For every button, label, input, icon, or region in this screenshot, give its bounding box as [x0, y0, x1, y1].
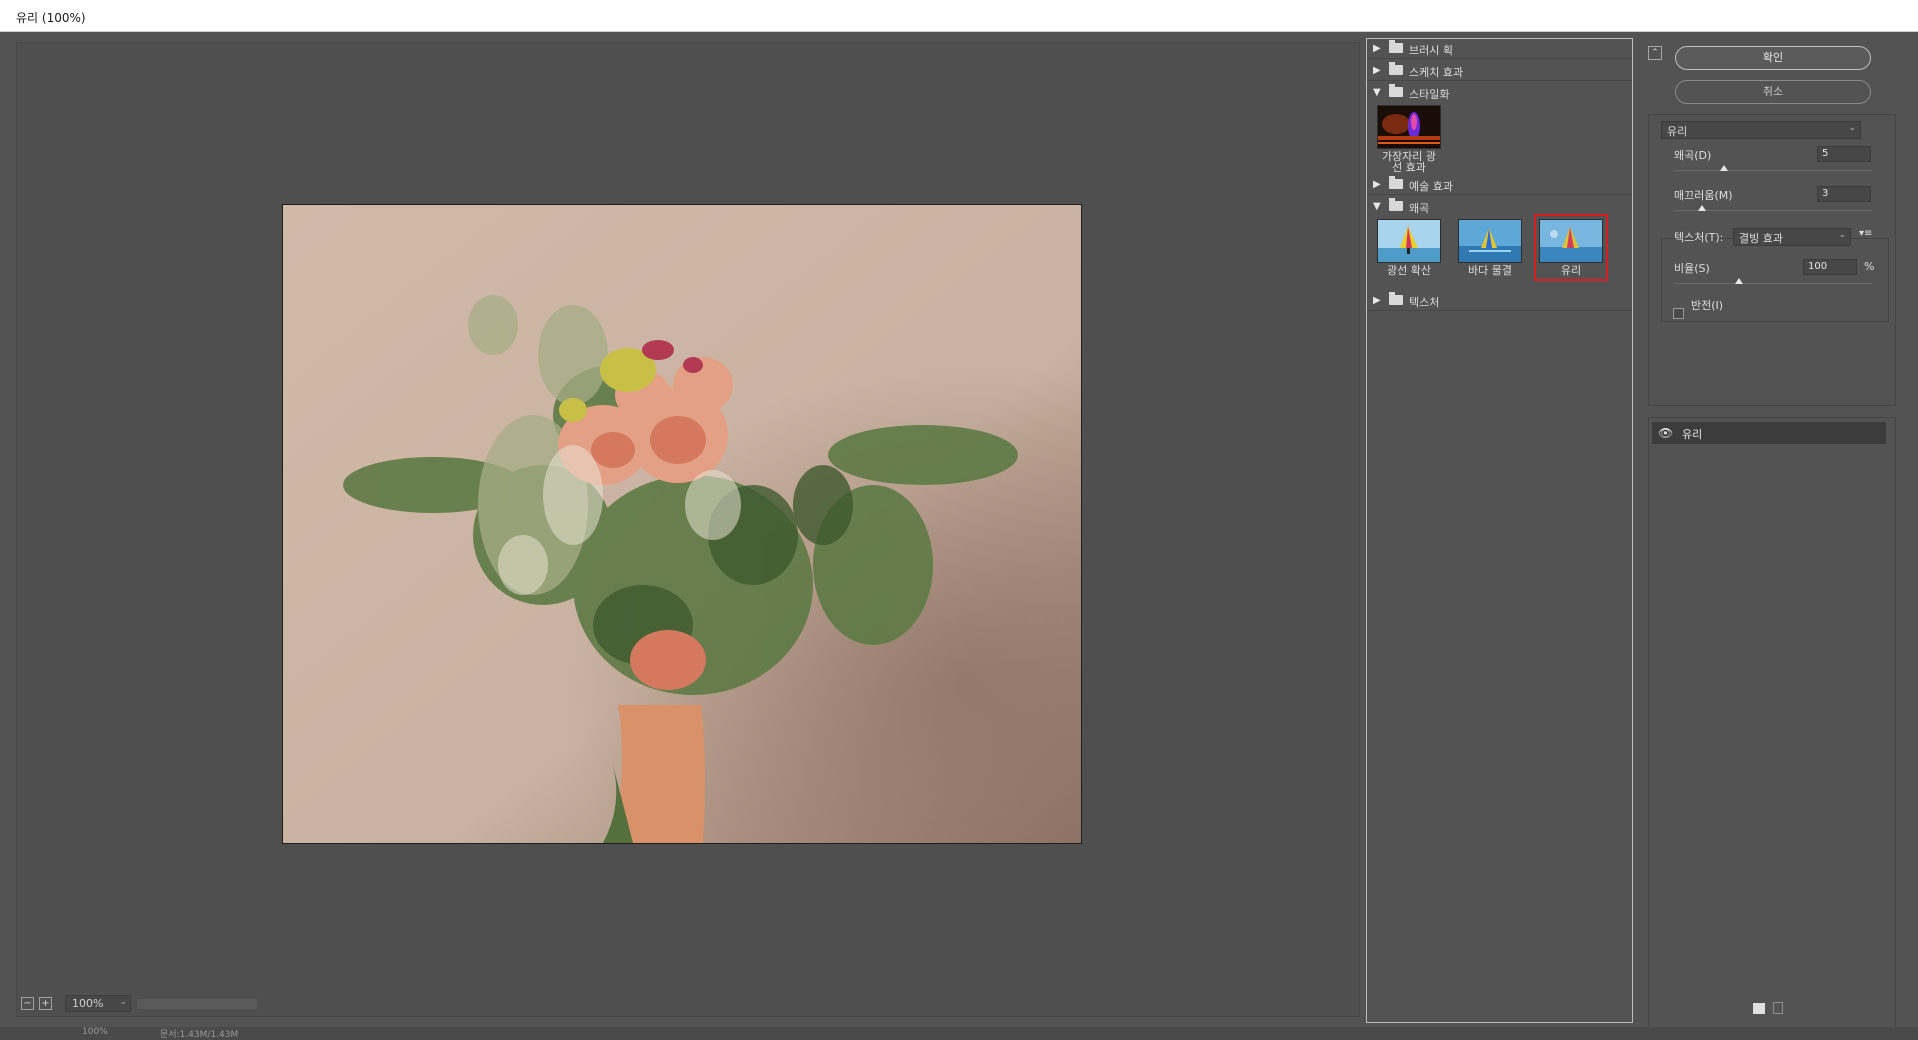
- thumbnail-image: [1377, 219, 1441, 263]
- zoom-bar: − + 100% ⌄: [17, 990, 1359, 1016]
- folder-label: 예술 효과: [1409, 180, 1453, 193]
- thumbnail-image: [1377, 105, 1441, 149]
- status-doc-size: 문서:1.43M/1.43M: [160, 1030, 239, 1040]
- chevron-down-icon: ⌄: [1848, 123, 1856, 133]
- filter-settings: 유리 ⌄ 왜곡(D) 5 매끄러움(M) 3 텍스처(T): 결빙 효과 ⌄ ▾…: [1648, 114, 1896, 406]
- expand-arrow-icon[interactable]: ▶: [1373, 43, 1381, 54]
- folder-sketch[interactable]: ▶ 스케치 효과: [1367, 61, 1632, 81]
- thumbnail-image: [1539, 219, 1603, 263]
- distortion-label: 왜곡(D): [1674, 149, 1712, 162]
- folder-label: 스타일화: [1409, 88, 1450, 101]
- status-zoom: 100%: [82, 1027, 108, 1037]
- folder-brush-strokes[interactable]: ▶ 브러시 획: [1367, 39, 1632, 59]
- folder-open-icon: [1389, 198, 1403, 211]
- invert-checkbox[interactable]: [1673, 308, 1684, 319]
- filter-gallery-list: ▶ 브러시 획 ▶ 스케치 효과 ▼ 스타일화 가장자리 광선 효과 ▶ 예술 …: [1366, 38, 1633, 1023]
- folder-artistic[interactable]: ▶ 예술 효과: [1367, 175, 1632, 195]
- preview-area[interactable]: − + 100% ⌄: [16, 42, 1360, 1017]
- thumbnail-image: [1458, 219, 1522, 263]
- scaling-slider[interactable]: [1674, 278, 1872, 284]
- expand-arrow-icon[interactable]: ▶: [1373, 179, 1381, 190]
- effect-layers-panel: 👁 유리: [1648, 417, 1896, 1037]
- chevron-down-icon: ⌄: [1838, 230, 1846, 240]
- slider-knob[interactable]: [1697, 205, 1706, 211]
- zoom-out-button[interactable]: −: [21, 997, 34, 1010]
- collapse-arrow-icon[interactable]: ▼: [1373, 201, 1381, 212]
- new-effect-layer-icon[interactable]: [1753, 1003, 1765, 1014]
- trash-icon[interactable]: [1773, 1002, 1783, 1014]
- zoom-level-select[interactable]: 100% ⌄: [65, 995, 131, 1012]
- filter-thumb-diffuse-glow[interactable]: 광선 확산: [1377, 219, 1441, 276]
- smoothness-input[interactable]: 3: [1817, 186, 1871, 202]
- slider-knob[interactable]: [1735, 278, 1744, 284]
- thumbnail-caption: 광선 확산: [1387, 264, 1431, 277]
- scaling-input[interactable]: 100: [1803, 259, 1857, 275]
- effect-layer-row[interactable]: 👁 유리: [1652, 422, 1886, 444]
- filter-settings-panel: ⌃ 확인 취소 유리 ⌄ 왜곡(D) 5 매끄러움(M) 3 텍스처(T): 결…: [1648, 32, 1908, 1040]
- scaling-label: 비율(S): [1674, 262, 1710, 275]
- folder-distort[interactable]: ▼ 왜곡: [1367, 197, 1632, 217]
- folder-label: 브러시 획: [1409, 44, 1453, 57]
- filter-select-value: 유리: [1667, 125, 1688, 138]
- collapse-gallery-icon[interactable]: ⌃: [1648, 46, 1662, 60]
- cancel-button[interactable]: 취소: [1675, 80, 1871, 104]
- filter-thumb-ocean-ripple[interactable]: 바다 물결: [1458, 219, 1522, 276]
- zoom-level-value: 100%: [72, 997, 104, 1010]
- distortion-slider[interactable]: [1674, 165, 1872, 171]
- expand-arrow-icon[interactable]: ▶: [1373, 295, 1381, 306]
- texture-select-value: 결빙 효과: [1739, 232, 1783, 245]
- thumbnail-caption: 바다 물결: [1468, 264, 1512, 277]
- expand-arrow-icon[interactable]: ▶: [1373, 65, 1381, 76]
- texture-select[interactable]: 결빙 효과 ⌄: [1733, 228, 1851, 246]
- thumbnail-caption: 유리: [1560, 264, 1582, 277]
- smoothness-label: 매끄러움(M): [1674, 189, 1733, 202]
- folder-texture[interactable]: ▶ 텍스처: [1367, 291, 1632, 311]
- texture-label: 텍스처(T):: [1674, 231, 1724, 244]
- texture-menu-icon[interactable]: ▾≡: [1859, 228, 1872, 239]
- invert-label: 반전(I): [1691, 299, 1724, 312]
- dialog-titlebar: 유리 (100%): [0, 0, 1918, 32]
- effect-layer-name: 유리: [1682, 428, 1703, 441]
- folder-stylize[interactable]: ▼ 스타일화: [1367, 83, 1632, 103]
- zoom-in-button[interactable]: +: [39, 997, 52, 1010]
- distortion-input[interactable]: 5: [1817, 146, 1871, 162]
- filter-thumb-glowing-edges[interactable]: 가장자리 광선 효과: [1377, 105, 1441, 173]
- collapse-arrow-icon[interactable]: ▼: [1373, 87, 1381, 98]
- status-bar: 100% 문서:1.43M/1.43M: [0, 1027, 1918, 1040]
- folder-label: 텍스처: [1409, 296, 1440, 309]
- filter-gallery-dialog: − + 100% ⌄ ▶ 브러시 획 ▶ 스케치 효과 ▼ 스타일화 가장자리 …: [0, 32, 1918, 1040]
- preview-image[interactable]: [282, 204, 1082, 844]
- folder-icon: [1389, 40, 1403, 53]
- folder-label: 스케치 효과: [1409, 66, 1464, 79]
- slider-knob[interactable]: [1719, 165, 1728, 171]
- eye-icon[interactable]: 👁: [1658, 427, 1673, 439]
- zoom-track: [137, 999, 257, 1009]
- dialog-title: 유리 (100%): [16, 11, 86, 25]
- folder-icon: [1389, 292, 1403, 305]
- folder-icon: [1389, 176, 1403, 189]
- folder-icon: [1389, 62, 1403, 75]
- folder-open-icon: [1389, 84, 1403, 97]
- chevron-down-icon: ⌄: [119, 997, 127, 1007]
- ok-button[interactable]: 확인: [1675, 46, 1871, 70]
- folder-label: 왜곡: [1409, 202, 1430, 215]
- smoothness-slider[interactable]: [1674, 205, 1872, 211]
- filter-thumb-glass[interactable]: 유리: [1534, 214, 1608, 281]
- filter-select[interactable]: 유리 ⌄: [1661, 121, 1861, 139]
- scaling-unit: %: [1864, 260, 1875, 273]
- thumbnail-caption: 가장자리 광선 효과: [1381, 150, 1437, 174]
